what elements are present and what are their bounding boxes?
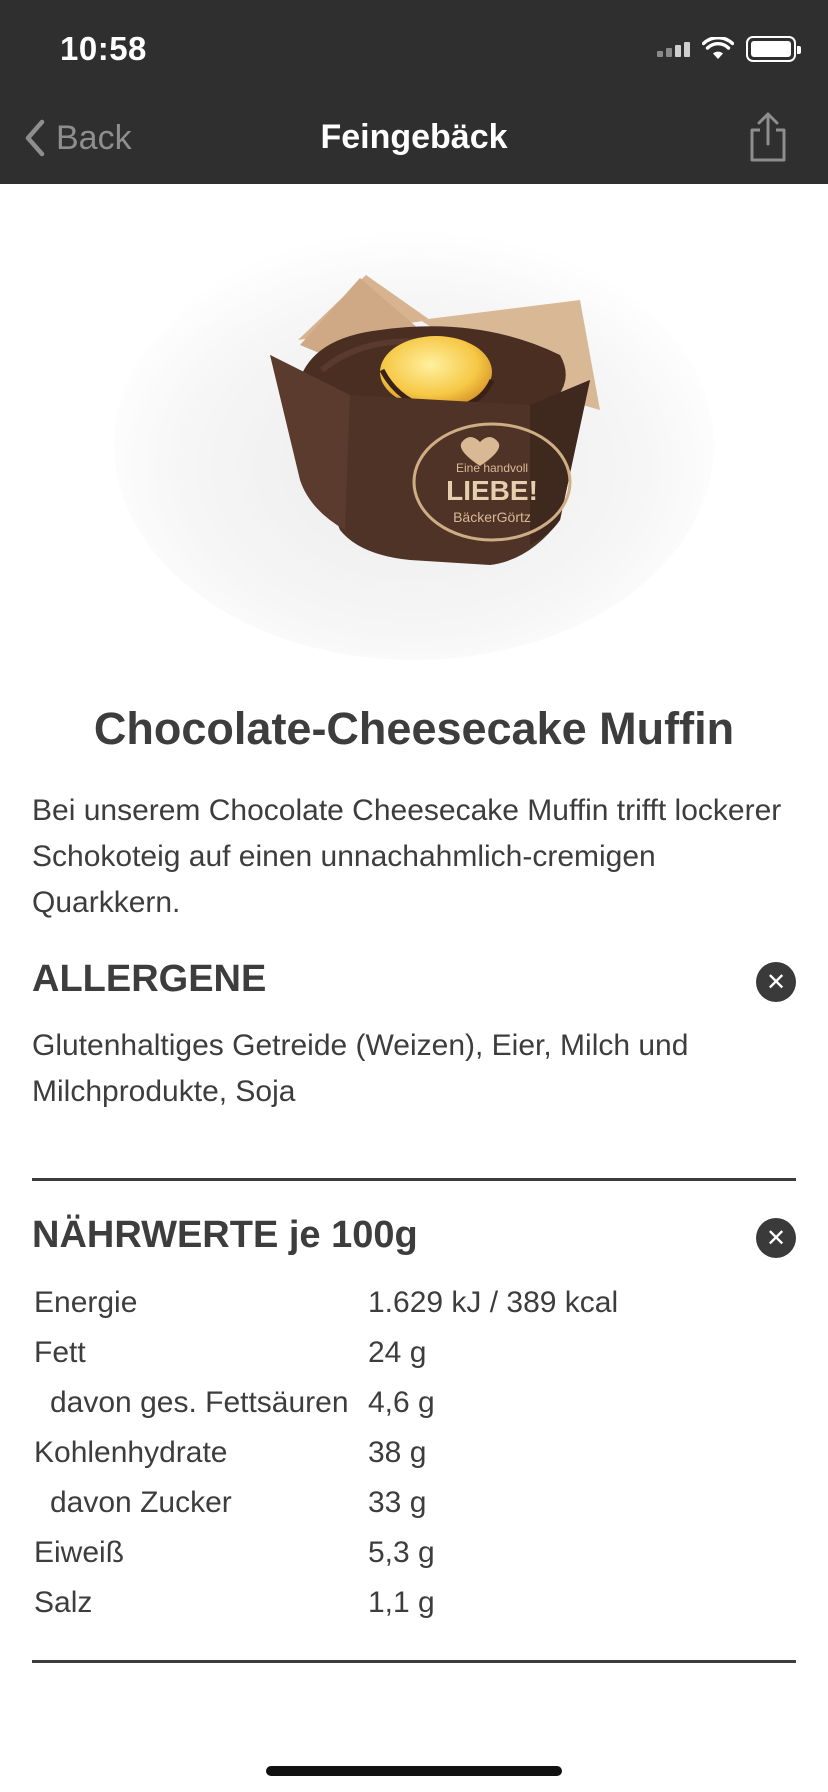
table-row: davon Zucker 33 g [34,1478,794,1528]
nutrient-name: davon ges. Fettsäuren [50,1386,349,1419]
nutrient-name: Fett [34,1336,86,1369]
home-indicator[interactable] [266,1766,562,1776]
divider [32,1660,796,1663]
product-image: Eine handvoll LIEBE! BäckerGörtz [60,220,768,670]
nutrient-value: 33 g [368,1486,427,1519]
product-description: Bei unserem Chocolate Cheesecake Muffin … [32,794,782,919]
nutrient-value: 5,3 g [368,1536,435,1569]
table-row: Kohlenhydrate 38 g [34,1428,794,1478]
nav-title: Feingebäck [320,118,508,156]
close-icon[interactable]: ✕ [756,962,796,1002]
svg-text:Eine handvoll: Eine handvoll [456,461,528,475]
close-icon[interactable]: ✕ [756,1218,796,1258]
nutrient-name: Kohlenhydrate [34,1436,228,1469]
table-row: Salz 1,1 g [34,1578,794,1628]
wifi-icon [702,37,734,59]
nutrient-value: 1,1 g [368,1586,435,1619]
share-icon[interactable] [746,112,790,164]
table-row: Energie 1.629 kJ / 389 kcal [34,1278,794,1328]
nutrient-value: 24 g [368,1336,427,1369]
svg-text:LIEBE!: LIEBE! [446,475,538,506]
nutrition-table: Energie 1.629 kJ / 389 kcal Fett 24 g da… [34,1278,794,1628]
status-time: 10:58 [60,30,147,67]
table-row: Fett 24 g [34,1328,794,1378]
nutrient-name: davon Zucker [50,1486,232,1519]
status-icons [657,36,801,62]
nutrient-value: 1.629 kJ / 389 kcal [368,1286,619,1319]
svg-text:BäckerGörtz: BäckerGörtz [453,509,531,525]
nutrient-value: 38 g [368,1436,427,1469]
top-bar: 10:58 Back Feingebäck [0,0,828,184]
nutrient-name: Energie [34,1286,138,1319]
battery-icon [746,36,801,62]
table-row: Eiweiß 5,3 g [34,1528,794,1578]
nutrient-name: Salz [34,1586,93,1619]
allergens-text: Glutenhaltiges Getreide (Weizen), Eier, … [32,1029,689,1108]
cellular-signal-icon [657,41,690,57]
allergens-heading: ALLERGENE [32,958,267,1000]
divider [32,1178,796,1181]
nutrient-name: Eiweiß [34,1536,125,1569]
product-title: Chocolate-Cheesecake Muffin [93,703,735,754]
nutrient-value: 4,6 g [368,1386,435,1419]
table-row: davon ges. Fettsäuren 4,6 g [34,1378,794,1428]
nutrition-heading: NÄHRWERTE je 100g [32,1214,418,1256]
